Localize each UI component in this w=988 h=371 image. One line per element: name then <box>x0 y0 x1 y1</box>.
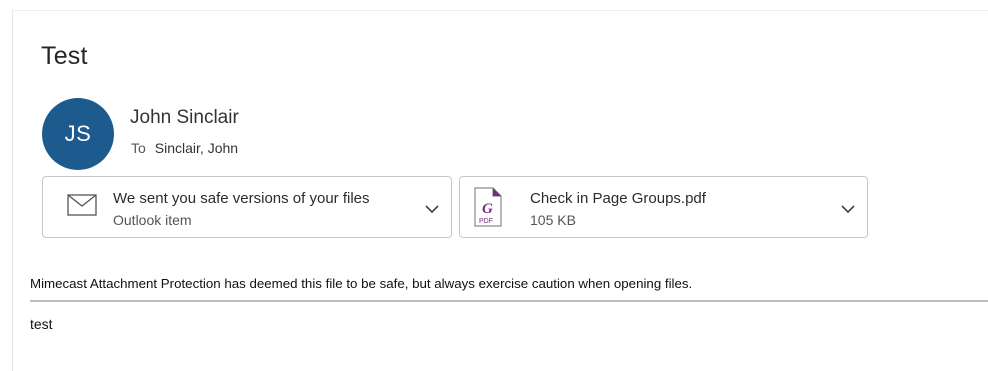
to-label: To <box>131 140 146 156</box>
sender-name[interactable]: John Sinclair <box>130 107 239 129</box>
mimecast-safety-banner: Mimecast Attachment Protection has deeme… <box>30 276 693 291</box>
sender-avatar[interactable]: JS <box>42 98 114 170</box>
message-body: test <box>30 316 53 332</box>
attachment-type: Outlook item <box>113 212 192 228</box>
chevron-down-icon[interactable] <box>841 201 855 214</box>
attachment-pdf[interactable]: G PDF Check in Page Groups.pdf 105 KB <box>459 176 868 238</box>
attachment-title: We sent you safe versions of your files <box>113 190 370 207</box>
sender-initials: JS <box>64 121 92 146</box>
svg-text:G: G <box>482 201 493 217</box>
envelope-icon <box>67 194 97 221</box>
pdf-badge-label: PDF <box>479 218 493 225</box>
attachment-filename: Check in Page Groups.pdf <box>530 190 706 207</box>
chevron-down-icon[interactable] <box>425 201 439 214</box>
pdf-file-icon: G PDF <box>473 187 503 232</box>
attachment-size: 105 KB <box>530 212 576 228</box>
message-subject: Test <box>41 42 88 70</box>
divider <box>30 300 988 302</box>
recipient-line: To Sinclair, John <box>131 140 238 156</box>
attachment-safe-versions[interactable]: We sent you safe versions of your files … <box>42 176 452 238</box>
recipient-name[interactable]: Sinclair, John <box>155 140 238 156</box>
